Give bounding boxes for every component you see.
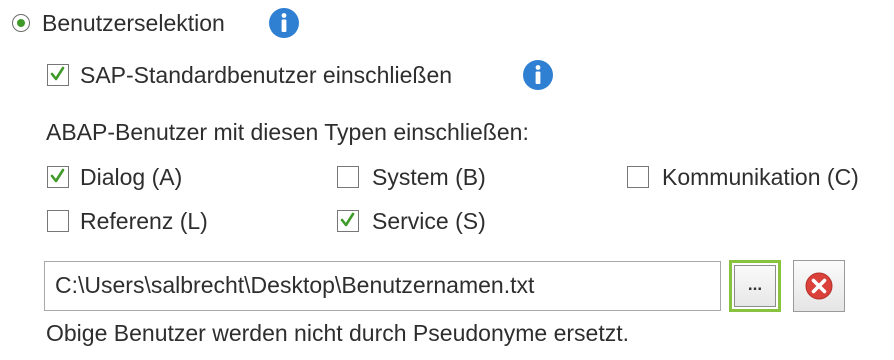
abap-types-heading: ABAP-Benutzer mit diesen Typen einschlie… (46, 119, 529, 145)
radio-selected-dot (16, 18, 25, 27)
sap-standard-checkbox[interactable] (47, 64, 69, 86)
benutzerselektion-label: Benutzerselektion (42, 10, 225, 36)
ellipsis-icon: ... (734, 265, 776, 307)
red-circle-x-icon (805, 272, 833, 300)
dialog-checkbox[interactable] (47, 166, 69, 188)
checkmark-icon (50, 66, 65, 81)
system-checkbox[interactable] (337, 166, 359, 188)
referenz-label: Referenz (L) (80, 208, 208, 234)
info-icon[interactable] (268, 7, 300, 39)
sap-standard-label: SAP-Standardbenutzer einschließen (80, 62, 453, 88)
kommunikation-checkbox[interactable] (627, 166, 649, 188)
kommunikation-label: Kommunikation (C) (662, 164, 859, 190)
system-label: System (B) (372, 164, 486, 190)
service-checkbox[interactable] (337, 210, 359, 232)
checkmark-icon (50, 168, 65, 183)
file-path-input[interactable]: C:\Users\salbrecht\Desktop\Benutzernamen… (44, 261, 721, 311)
file-path-value: C:\Users\salbrecht\Desktop\Benutzernamen… (55, 272, 535, 298)
browse-button[interactable]: ... (729, 260, 781, 312)
remove-file-button[interactable] (793, 260, 845, 312)
referenz-checkbox[interactable] (47, 210, 69, 232)
note-text: Obige Benutzer werden nicht durch Pseudo… (46, 320, 629, 346)
benutzerselektion-radio[interactable] (12, 14, 30, 32)
service-label: Service (S) (372, 208, 486, 234)
dialog-label: Dialog (A) (80, 164, 183, 190)
info-icon[interactable] (522, 59, 554, 91)
checkmark-icon (340, 212, 355, 227)
